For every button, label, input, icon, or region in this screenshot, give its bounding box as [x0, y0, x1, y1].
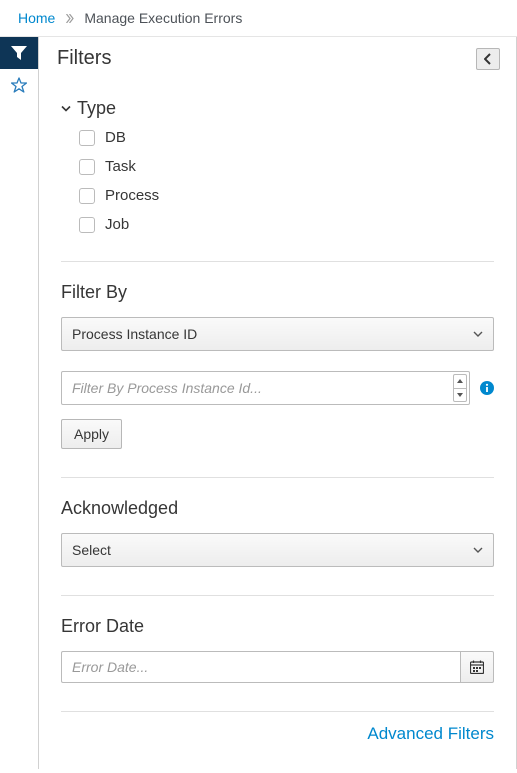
calendar-icon [470, 660, 484, 674]
filter-by-input[interactable] [61, 371, 470, 405]
chevron-left-icon [484, 53, 492, 65]
breadcrumb-separator-icon [65, 14, 74, 23]
type-checkbox-task[interactable]: Task [79, 158, 494, 175]
chevron-down-icon [473, 330, 483, 338]
panel-title: Filters [57, 47, 111, 70]
caret-down-icon [457, 393, 463, 397]
icon-rail [0, 37, 38, 769]
filter-by-input-wrap [61, 371, 470, 405]
filter-by-label: Filter By [61, 282, 494, 303]
breadcrumb-home-link[interactable]: Home [18, 10, 55, 26]
filter-by-selected-value: Process Instance ID [72, 326, 197, 342]
collapse-panel-button[interactable] [476, 48, 500, 70]
type-section-label: Type [77, 98, 116, 119]
advanced-filters-link[interactable]: Advanced Filters [367, 724, 494, 743]
type-checkbox-db[interactable]: DB [79, 129, 494, 146]
error-date-label: Error Date [61, 616, 494, 637]
acknowledged-select[interactable]: Select [61, 533, 494, 567]
checkbox-icon [79, 217, 95, 233]
chevron-down-icon [61, 105, 71, 113]
acknowledged-label: Acknowledged [61, 498, 494, 519]
checkbox-label: Process [105, 187, 159, 204]
apply-button[interactable]: Apply [61, 419, 122, 449]
type-options-group: DB Task Process Job [61, 129, 494, 233]
type-checkbox-process[interactable]: Process [79, 187, 494, 204]
checkbox-label: Task [105, 158, 136, 175]
checkbox-label: DB [105, 129, 126, 146]
filter-by-info-button[interactable] [480, 381, 494, 395]
checkbox-icon [79, 159, 95, 175]
type-checkbox-job[interactable]: Job [79, 216, 494, 233]
error-date-input[interactable] [61, 651, 460, 683]
chevron-down-icon [473, 546, 483, 554]
rail-filter-tab[interactable] [0, 37, 38, 69]
checkbox-icon [79, 130, 95, 146]
spinner-up-button[interactable] [454, 375, 466, 389]
number-spinner [453, 374, 467, 402]
checkbox-icon [79, 188, 95, 204]
divider [61, 595, 494, 596]
info-circle-icon [480, 381, 494, 395]
breadcrumb: Home Manage Execution Errors [0, 0, 517, 37]
checkbox-label: Job [105, 216, 129, 233]
filter-by-select[interactable]: Process Instance ID [61, 317, 494, 351]
acknowledged-selected-value: Select [72, 542, 111, 558]
star-outline-icon [11, 77, 27, 93]
error-date-picker-button[interactable] [460, 651, 494, 683]
divider [61, 261, 494, 262]
type-section-toggle[interactable]: Type [61, 98, 494, 119]
spinner-down-button[interactable] [454, 389, 466, 402]
divider [61, 477, 494, 478]
filter-icon [11, 46, 27, 60]
breadcrumb-current: Manage Execution Errors [84, 10, 242, 26]
rail-favorites-tab[interactable] [0, 69, 38, 101]
filters-panel: Filters Type DB Task [38, 37, 517, 769]
caret-up-icon [457, 379, 463, 383]
